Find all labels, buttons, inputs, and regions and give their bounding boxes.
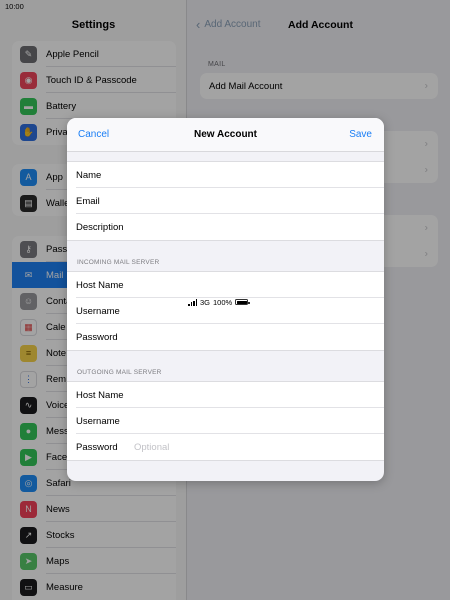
- status-right: 3G 100%: [188, 2, 450, 600]
- status-bar: 10:00 3G 100%: [0, 0, 450, 307]
- battery-percent: 100%: [213, 297, 233, 307]
- field-label: Password: [76, 441, 118, 453]
- network-label: 3G: [200, 297, 211, 307]
- battery-icon: [235, 299, 250, 305]
- field-label: Password: [76, 331, 118, 343]
- field-label: Host Name: [76, 279, 124, 291]
- field-label: Email: [76, 195, 100, 207]
- field-label: Host Name: [76, 389, 124, 401]
- field-label: Description: [76, 221, 124, 233]
- field-label: Username: [76, 305, 120, 317]
- incoming-server-header: INCOMING MAIL SERVER: [77, 259, 160, 266]
- status-time: 10:00: [5, 2, 24, 11]
- field-label: Username: [76, 415, 120, 427]
- field-label: Name: [76, 169, 102, 181]
- signal-icon: [188, 298, 197, 306]
- outgoing-server-header: OUTGOING MAIL SERVER: [77, 369, 162, 376]
